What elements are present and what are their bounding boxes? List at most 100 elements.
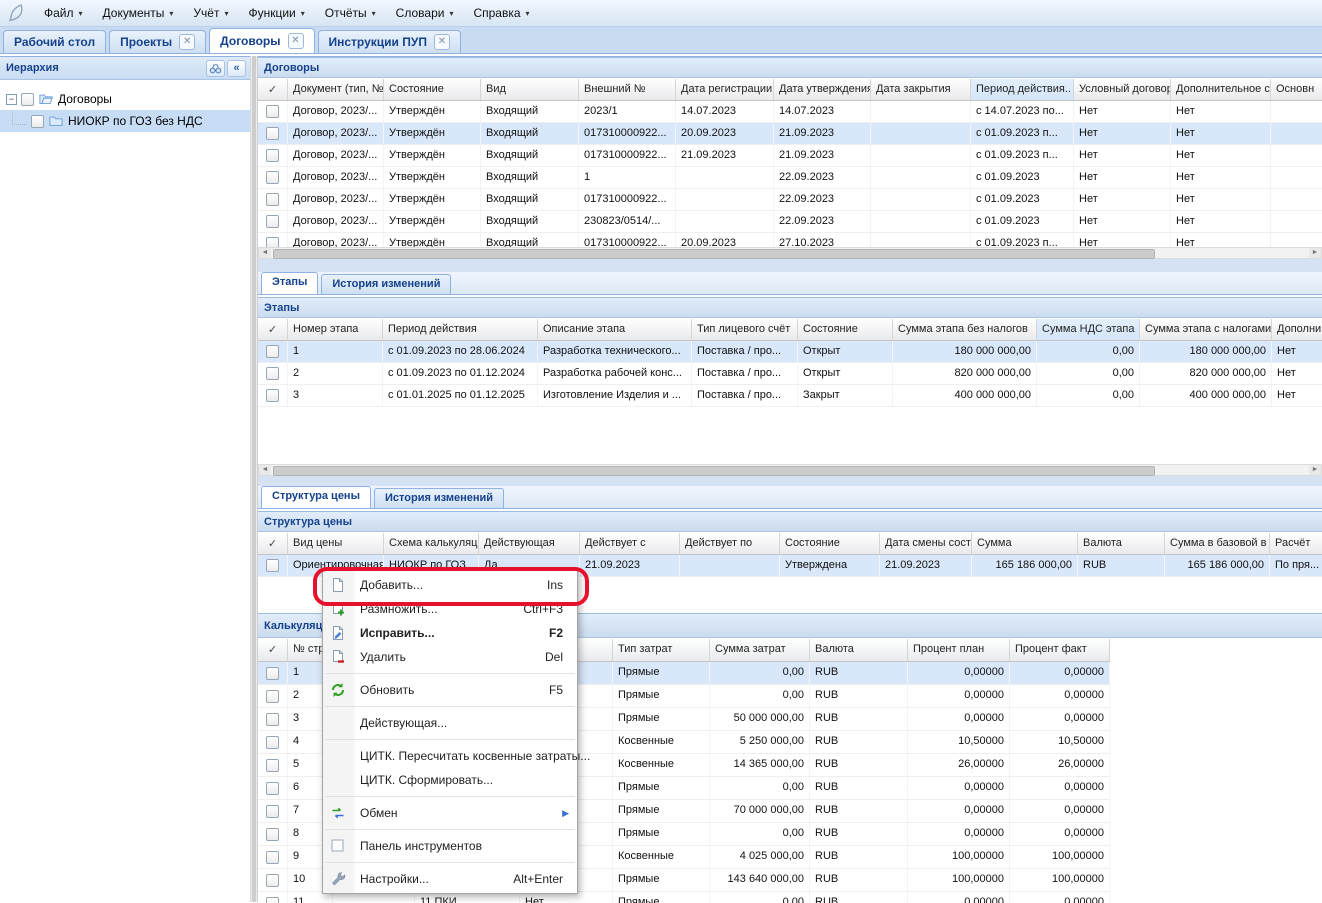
menubar-item-6[interactable]: Словари▾	[386, 3, 464, 23]
context-menu-item-10[interactable]: Панель инструментов	[323, 834, 577, 858]
column-header[interactable]: Процент план	[908, 639, 1010, 661]
context-menu-item-9[interactable]: Обмен▶	[323, 801, 577, 825]
select-all-header[interactable]: ✓	[258, 639, 288, 661]
horizontal-scrollbar[interactable]: ◄ ►	[258, 247, 1322, 259]
row-checkbox[interactable]	[266, 105, 279, 118]
column-header[interactable]: Тип затрат	[613, 639, 710, 661]
row-checkbox[interactable]	[266, 215, 279, 228]
row-checkbox[interactable]	[266, 782, 279, 795]
column-header[interactable]: Сумма этапа без налогов	[893, 319, 1037, 340]
column-header[interactable]: Состояние	[384, 79, 481, 100]
tree-checkbox[interactable]	[31, 115, 44, 128]
horizontal-scrollbar-thumb[interactable]	[273, 466, 1155, 476]
column-header[interactable]: Дополнительное с	[1171, 79, 1271, 100]
column-header[interactable]: Действует с	[580, 533, 680, 554]
close-icon[interactable]: ✕	[179, 34, 195, 50]
column-header[interactable]: Действует по	[680, 533, 780, 554]
column-header[interactable]: Дата регистрации.	[676, 79, 774, 100]
tab-stages-2[interactable]: История изменений	[321, 274, 451, 294]
column-header[interactable]: Описание этапа	[538, 319, 692, 340]
column-header[interactable]: Номер этапа	[288, 319, 383, 340]
context-menu-item-11[interactable]: Настройки...Alt+Enter	[323, 867, 577, 891]
column-header[interactable]: Сумма	[972, 533, 1078, 554]
close-icon[interactable]: ✕	[288, 33, 304, 49]
collapse-panel-button[interactable]: «	[227, 60, 246, 77]
table-row[interactable]: Договор, 2023/...УтверждёнВходящий017310…	[258, 189, 1322, 211]
table-row[interactable]: Договор, 2023/...УтверждёнВходящий017310…	[258, 233, 1322, 247]
vertical-scrollbar[interactable]	[250, 56, 258, 902]
tab-3[interactable]: Договоры✕	[209, 28, 314, 53]
scroll-right-icon[interactable]: ►	[1309, 248, 1321, 258]
row-checkbox[interactable]	[266, 805, 279, 818]
select-all-header[interactable]: ✓	[258, 79, 288, 100]
menubar-item-1[interactable]: Файл▾	[34, 3, 93, 23]
menubar-item-2[interactable]: Документы▾	[93, 3, 184, 23]
context-menu-item-1[interactable]: Добавить...Ins	[323, 573, 577, 597]
row-checkbox[interactable]	[266, 851, 279, 864]
table-row[interactable]: Договор, 2023/...УтверждёнВходящий230823…	[258, 211, 1322, 233]
column-header[interactable]: Тип лицевого счёт	[692, 319, 798, 340]
row-checkbox[interactable]	[266, 149, 279, 162]
row-checkbox[interactable]	[266, 237, 279, 247]
tab-2[interactable]: Проекты✕	[109, 30, 206, 53]
column-header[interactable]: Сумма этапа с налогами	[1140, 319, 1272, 340]
context-menu-item-4[interactable]: УдалитьDel	[323, 645, 577, 669]
column-header[interactable]: Вид цены	[288, 533, 384, 554]
menubar-item-3[interactable]: Учёт▾	[183, 3, 238, 23]
column-header[interactable]: Основн	[1271, 79, 1322, 100]
horizontal-scrollbar-thumb[interactable]	[273, 249, 1155, 259]
row-checkbox[interactable]	[266, 713, 279, 726]
table-row[interactable]: Договор, 2023/...УтверждёнВходящий017310…	[258, 145, 1322, 167]
table-row[interactable]: 2с 01.09.2023 по 01.12.2024Разработка ра…	[258, 363, 1322, 385]
select-all-header[interactable]: ✓	[258, 319, 288, 340]
column-header[interactable]: Внешний №	[579, 79, 676, 100]
scroll-left-icon[interactable]: ◄	[259, 465, 271, 475]
column-header[interactable]: Период действия..	[971, 79, 1074, 100]
scroll-left-icon[interactable]: ◄	[259, 248, 271, 258]
menubar-item-7[interactable]: Справка▾	[463, 3, 539, 23]
table-row[interactable]: Договор, 2023/...УтверждёнВходящий017310…	[258, 123, 1322, 145]
column-header[interactable]: Расчёт	[1270, 533, 1322, 554]
column-header[interactable]: Вид	[481, 79, 579, 100]
menubar-item-5[interactable]: Отчёты▾	[315, 3, 386, 23]
tab-price-1[interactable]: Структура цены	[261, 486, 371, 508]
row-checkbox[interactable]	[266, 828, 279, 841]
row-checkbox[interactable]	[266, 690, 279, 703]
row-checkbox[interactable]	[266, 559, 279, 572]
row-checkbox[interactable]	[266, 345, 279, 358]
column-header[interactable]: Документ (тип, №	[288, 79, 384, 100]
row-checkbox[interactable]	[266, 367, 279, 380]
tab-stages-1[interactable]: Этапы	[261, 272, 318, 294]
context-menu-item-7[interactable]: ЦИТК. Пересчитать косвенные затраты...	[323, 744, 577, 768]
column-header[interactable]: Действующая	[479, 533, 580, 554]
close-icon[interactable]: ✕	[434, 34, 450, 50]
horizontal-scrollbar[interactable]: ◄ ►	[258, 464, 1322, 476]
tree-expander-icon[interactable]: −	[6, 94, 17, 105]
tab-1[interactable]: Рабочий стол	[3, 30, 106, 53]
row-checkbox[interactable]	[266, 897, 279, 903]
tree-item-niokr[interactable]: НИОКР по ГОЗ без НДС	[0, 110, 250, 132]
column-header[interactable]: Валюта	[810, 639, 908, 661]
row-checkbox[interactable]	[266, 127, 279, 140]
context-menu-item-3[interactable]: Исправить...F2	[323, 621, 577, 645]
context-menu-item-5[interactable]: ОбновитьF5	[323, 678, 577, 702]
vertical-scrollbar-thumb[interactable]	[252, 56, 256, 902]
column-header[interactable]: Сумма затрат	[710, 639, 810, 661]
table-row[interactable]: Договор, 2023/...УтверждёнВходящий122.09…	[258, 167, 1322, 189]
table-row[interactable]: 3с 01.01.2025 по 01.12.2025Изготовление …	[258, 385, 1322, 407]
context-menu-item-8[interactable]: ЦИТК. Сформировать...	[323, 768, 577, 792]
context-menu-item-2[interactable]: Размножить...Ctrl+F3	[323, 597, 577, 621]
table-row[interactable]: Договор, 2023/...УтверждёнВходящий2023/1…	[258, 101, 1322, 123]
row-checkbox[interactable]	[266, 193, 279, 206]
select-all-header[interactable]: ✓	[258, 533, 288, 554]
column-header[interactable]: Состояние	[780, 533, 880, 554]
scroll-right-icon[interactable]: ►	[1309, 465, 1321, 475]
tree-checkbox[interactable]	[21, 93, 34, 106]
column-header[interactable]: Дополни	[1272, 319, 1322, 340]
tree-item-contracts[interactable]: − Договоры	[0, 88, 250, 110]
column-header[interactable]: Процент факт	[1010, 639, 1110, 661]
column-header[interactable]: Состояние	[798, 319, 893, 340]
tab-price-2[interactable]: История изменений	[374, 488, 504, 508]
row-checkbox[interactable]	[266, 736, 279, 749]
column-header[interactable]: Валюта	[1078, 533, 1165, 554]
